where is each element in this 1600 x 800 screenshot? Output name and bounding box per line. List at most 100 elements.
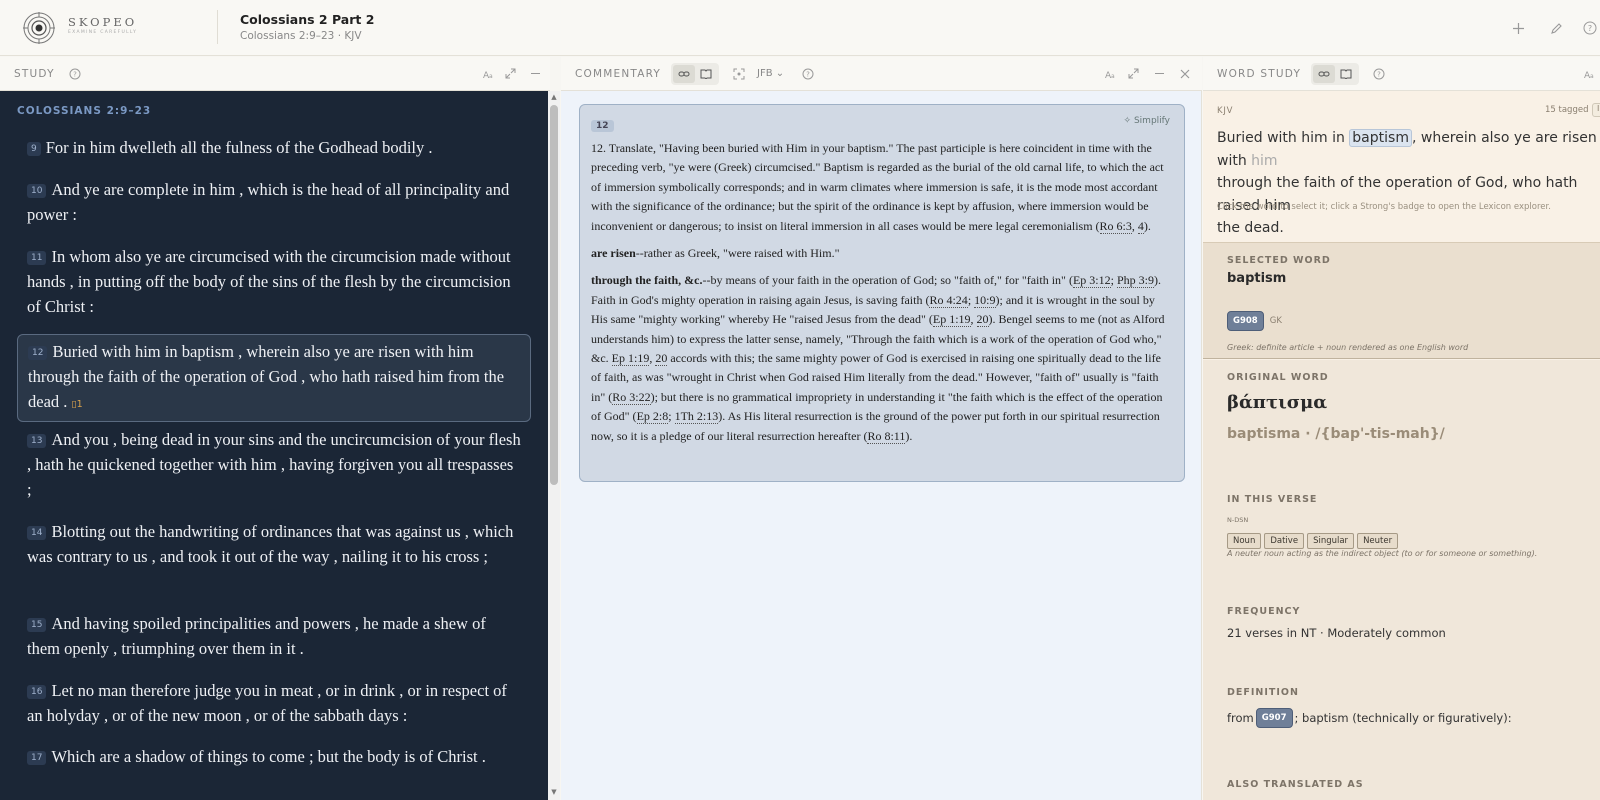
help-icon[interactable]: ? [798,64,818,84]
verse-13[interactable]: 13 And you , being dead in your sins and … [17,427,531,502]
close-icon[interactable] [1175,64,1195,84]
verse-number: 12 [28,346,48,360]
link-icon[interactable] [673,64,696,83]
link-icon[interactable] [1313,64,1336,83]
document-title[interactable]: Colossians 2 Part 2 [240,12,374,27]
section-label: ORIGINAL WORD [1227,372,1329,383]
commentary-panel-header: COMMENTARY JFB ⌄ ? Aa [561,57,1202,91]
verse-text[interactable]: Buried with him in [1217,130,1349,146]
commentary-paragraph-2: are risen--rather as Greek, "were raised… [591,244,1172,263]
note-count-badge[interactable]: ▯1 [71,399,82,410]
scroll-up-icon[interactable]: ▲ [550,93,558,101]
expand-icon[interactable] [1123,64,1143,84]
version-label: KJV [1217,106,1234,116]
source-dropdown[interactable]: JFB ⌄ [757,68,784,79]
book-icon[interactable] [1335,65,1357,83]
svg-text:?: ? [73,70,77,78]
source-label: JFB [757,68,773,79]
plus-icon[interactable] [1508,18,1528,38]
scripture-link[interactable]: Ro 6:3 [1099,218,1132,234]
text: ). [1143,218,1151,233]
strongs-badge[interactable]: G908 [1227,311,1264,331]
divider [217,10,218,44]
font-size-icon[interactable]: Aa [1579,64,1599,84]
study-label: STUDY [14,67,55,80]
selected-word-chip[interactable]: baptism [1349,129,1412,147]
verse-number: 9 [27,142,41,156]
logo-tagline: EXAMINE CAREFULLY [68,30,138,35]
logo-icon [23,12,55,44]
scripture-link[interactable]: 20 [976,312,989,328]
svg-text:a: a [489,73,493,80]
help-icon[interactable]: ? [1580,18,1600,38]
word-study-body: KJV 15 tagged I Buried with him in bapti… [1203,91,1600,800]
simplify-label: Simplify [1133,116,1170,126]
verse-11[interactable]: 11 In whom also ye are circumcised with t… [17,244,531,319]
commentary-body: 12 ✧ Simplify 12. Translate, "Having bee… [561,91,1202,800]
font-size-icon[interactable]: Aa [478,64,498,84]
commentary-paragraph-1: 12. Translate, "Having been buried with … [591,139,1172,236]
verse-text[interactable]: the dead. [1217,220,1284,236]
verse-text: And you , being dead in your sins and th… [27,430,521,499]
verse-number-badge: 12 [591,120,614,132]
scripture-link[interactable]: 10:9 [974,292,996,308]
help-icon[interactable]: ? [1369,64,1389,84]
section-label: FREQUENCY [1227,606,1301,617]
verse-15[interactable]: 15 And having spoiled principalities and … [17,611,531,661]
scroll-down-icon[interactable]: ▼ [550,788,558,796]
scripture-link[interactable]: Ep 1:19 [932,312,971,328]
text: , [1131,218,1138,233]
svg-text:?: ? [1377,70,1381,78]
minimize-icon[interactable] [1149,64,1169,84]
help-icon[interactable]: ? [65,64,85,84]
scripture-link[interactable]: Ro 3:22 [612,389,651,405]
section-label: DEFINITION [1227,687,1299,698]
selected-word: baptism [1227,271,1287,286]
simplify-button[interactable]: ✧ Simplify [1124,116,1170,126]
scripture-link[interactable]: Ro 8:11 [867,428,906,444]
morph-tag: Singular [1307,533,1355,549]
lemma: are risen [591,246,636,261]
verse-12-selected[interactable]: 12 Buried with him in baptism , wherein a… [17,334,531,422]
minimize-icon[interactable] [525,64,545,84]
commentary-paragraph-3: through the faith, &c.--by means of your… [591,271,1172,446]
text: , [970,312,977,327]
scripture-link[interactable]: Ro 4:24 [929,292,968,308]
verse-text[interactable]: him [1251,153,1277,169]
scripture-link[interactable]: Ep 2:8 [636,409,669,425]
scrollbar[interactable]: ▲ ▼ [548,91,560,800]
word-study-label: WORD STUDY [1217,67,1302,80]
scripture-link[interactable]: 1Th 2:13 [674,409,719,425]
greek-note: Greek: definite article + noun rendered … [1227,343,1469,352]
scripture-link[interactable]: Php 3:9 [1116,273,1154,289]
text: --rather as Greek, "were raised with Him… [635,246,840,261]
verse-10[interactable]: 10 And ye are complete in him , which is … [17,177,531,227]
svg-text:?: ? [806,70,810,78]
scripture-link[interactable]: Ep 1:19 [611,351,650,367]
verse-9[interactable]: 9 For in him dwelleth all the fulness of … [17,135,531,160]
morphology-tags: Noun Dative Singular Neuter [1227,528,1401,549]
morph-tag: Noun [1227,533,1262,549]
book-icon[interactable] [695,65,717,83]
selected-word-section: SELECTED WORD baptism G908 GK Greek: def… [1203,242,1600,359]
text: from [1227,711,1254,725]
tag-toggle[interactable]: I [1592,103,1600,117]
verse-number: 13 [27,434,47,448]
font-size-icon[interactable]: Aa [1100,64,1120,84]
verse-14[interactable]: 14 Blotting out the handwriting of ordina… [17,519,531,569]
section-label: SELECTED WORD [1227,255,1331,266]
text: --by means of your faith in the operatio… [702,273,1073,288]
strongs-badge[interactable]: G907 [1255,708,1293,728]
scroll-thumb[interactable] [550,105,558,485]
svg-text:?: ? [1588,24,1592,33]
sparkle-icon: ✧ [1123,116,1132,126]
focus-icon[interactable] [729,64,749,84]
scripture-link[interactable]: Ep 3:12 [1072,273,1111,289]
parse-code: N-DSN [1227,516,1249,524]
scripture-link[interactable]: 20 [655,351,668,367]
pencil-icon[interactable] [1546,18,1566,38]
expand-icon[interactable] [500,64,520,84]
verse-16[interactable]: 16 Let no man therefore judge you in meat… [17,678,531,728]
verse-17[interactable]: 17 Which are a shadow of things to come ;… [17,744,531,769]
tagged-verse: Buried with him in baptism, wherein also… [1217,127,1600,240]
